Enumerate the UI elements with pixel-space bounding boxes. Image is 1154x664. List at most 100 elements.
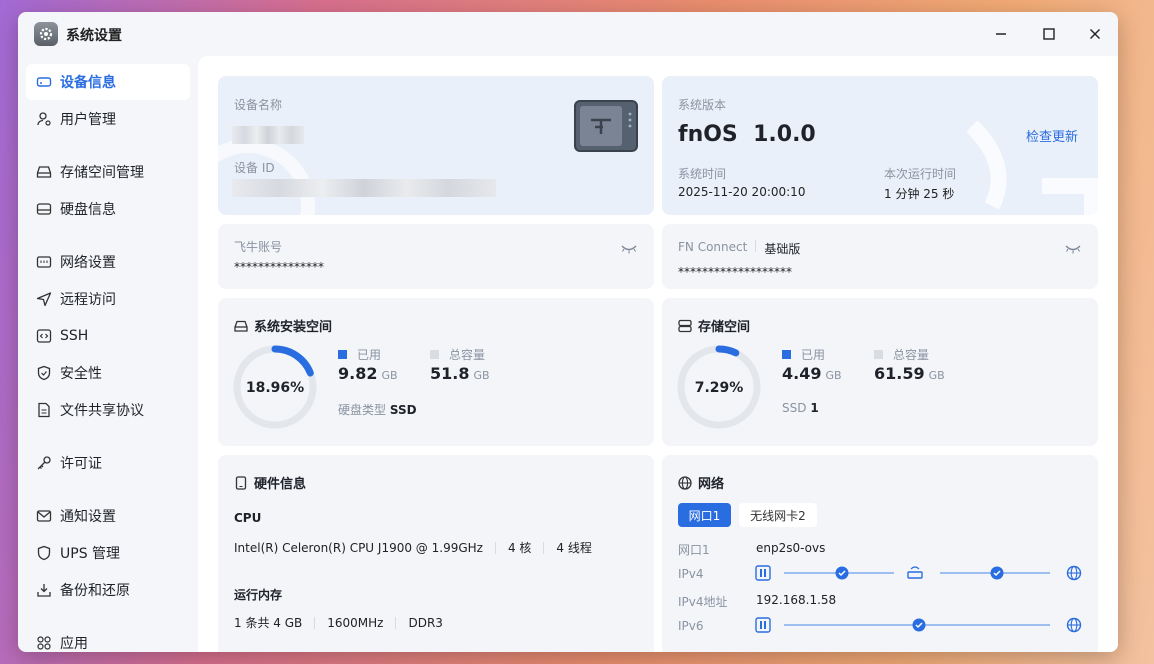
- cpu-label: CPU: [234, 511, 262, 525]
- total-legend: 总容量: [874, 346, 929, 363]
- account-value: ***************: [234, 260, 324, 274]
- sidebar-item-label: SSH: [60, 328, 89, 344]
- main-content: 设备名称 设备 ID 系统版本 fnOS 1.0.0 检查更新 系统时间 202…: [198, 56, 1118, 652]
- shield-icon: [36, 365, 52, 381]
- sidebar-item-network[interactable]: 网络设置: [26, 244, 190, 280]
- ram-label: 运行内存: [234, 588, 283, 602]
- total-value: 61.59 GB: [874, 364, 945, 383]
- sidebar-item-device-info[interactable]: 设备信息: [26, 64, 190, 100]
- fn-connect-label: FN Connect: [678, 240, 748, 254]
- cpu-row: Intel(R) Celeron(R) CPU J1900 @ 1.99GHz …: [234, 539, 592, 556]
- sidebar-item-ssh[interactable]: SSH: [26, 318, 190, 354]
- device-id-label: 设备 ID: [234, 161, 275, 175]
- sidebar-item-backup[interactable]: 备份和还原: [26, 572, 190, 608]
- used-number: 9.82: [338, 364, 378, 383]
- sidebar-item-file-sharing[interactable]: 文件共享协议: [26, 392, 190, 428]
- mail-icon: [36, 508, 52, 524]
- fn-connect-value: *******************: [678, 265, 792, 279]
- check-update-link[interactable]: 检查更新: [1026, 126, 1078, 145]
- total-unit: GB: [928, 369, 945, 382]
- fn-connect-label-row: FN Connect 基础版: [678, 240, 800, 257]
- used-unit: GB: [381, 369, 398, 382]
- used-value: 9.82 GB: [338, 364, 398, 383]
- cpu-model: Intel(R) Celeron(R) CPU J1900 @ 1.99GHz: [234, 540, 483, 555]
- sidebar-item-label: 通知设置: [60, 509, 116, 525]
- used-unit: GB: [825, 369, 842, 382]
- account-card: 飞牛账号 ***************: [218, 224, 654, 289]
- ram-row: 1 条共 4 GB 1600MHz DDR3: [234, 614, 443, 631]
- ram-speed: 1600MHz: [327, 615, 384, 630]
- sidebar-item-security[interactable]: 安全性: [26, 355, 190, 391]
- ssd-label: SSD: [782, 401, 807, 415]
- ssd-count-row: SSD 1: [782, 401, 819, 415]
- sidebar: 设备信息 用户管理 存储空间管理 硬盘信息 网络设置 远程访问 SSH 安全性: [18, 56, 198, 652]
- system-time-value: 2025-11-20 20:00:10: [678, 185, 806, 199]
- drive-icon: [234, 320, 248, 332]
- cpu-cores: 4 核: [507, 541, 532, 555]
- ipv4-addr-value: 192.168.1.58: [756, 593, 837, 607]
- version-label: 系统版本: [678, 98, 727, 112]
- device-card: 设备名称 设备 ID: [218, 76, 654, 215]
- ipv6-label: IPv6: [678, 619, 704, 633]
- ram-count: 1 条共 4 GB: [234, 616, 303, 630]
- divider: [314, 616, 316, 629]
- close-button[interactable]: [1081, 22, 1109, 46]
- sidebar-item-disk-info[interactable]: 硬盘信息: [26, 191, 190, 227]
- ipv4-topology: [755, 565, 1082, 581]
- storage-space-card: 存储空间 7.29% 已用 4.49 GB 总容量 61.59 GB SSD 1: [662, 298, 1098, 446]
- version-value: fnOS 1.0.0: [678, 122, 816, 147]
- send-icon: [36, 291, 52, 307]
- uptime-value: 1 分钟 25 秒: [884, 187, 955, 201]
- sidebar-item-label: 许可证: [60, 456, 102, 472]
- system-space-card: 系统安装空间 18.96% 已用 9.82 GB 总容量 51.8 GB 硬盘类型 …: [218, 298, 654, 446]
- sidebar-item-label: 设备信息: [60, 75, 116, 91]
- window-title: 系统设置: [66, 28, 122, 44]
- network-title-text: 网络: [698, 477, 725, 492]
- disk-icon: [36, 201, 52, 217]
- sidebar-item-storage[interactable]: 存储空间管理: [26, 154, 190, 190]
- sidebar-item-label: 备份和还原: [60, 583, 130, 599]
- sidebar-item-ups[interactable]: UPS 管理: [26, 535, 190, 571]
- sidebar-item-apps[interactable]: 应用: [26, 625, 190, 652]
- storage-title: 存储空间: [678, 316, 750, 335]
- ssd-count: 1: [810, 401, 819, 415]
- sidebar-item-label: UPS 管理: [60, 546, 121, 562]
- storage-title-text: 存储空间: [698, 320, 751, 335]
- system-time-label: 系统时间: [678, 167, 727, 181]
- total-number: 51.8: [430, 364, 470, 383]
- device-id-value-blurred: [232, 179, 496, 197]
- ipv6-topology: [755, 617, 1082, 633]
- divider: [395, 616, 397, 629]
- total-swatch: [430, 350, 439, 359]
- total-unit: GB: [473, 369, 490, 382]
- sidebar-item-remote-access[interactable]: 远程访问: [26, 281, 190, 317]
- uptime-label: 本次运行时间: [884, 167, 957, 181]
- used-legend: 已用: [782, 346, 825, 363]
- hardware-card: 硬件信息 CPU Intel(R) Celeron(R) CPU J1900 @…: [218, 455, 654, 652]
- eye-closed-icon[interactable]: [1064, 240, 1082, 259]
- tab-wireless-2[interactable]: 无线网卡2: [739, 503, 817, 527]
- used-swatch: [782, 350, 791, 359]
- hardware-title: 硬件信息: [234, 473, 306, 492]
- system-space-percent: 18.96%: [245, 380, 305, 396]
- disk-type-label: 硬盘类型: [338, 403, 387, 417]
- used-legend: 已用: [338, 346, 381, 363]
- system-space-title-text: 系统安装空间: [254, 320, 333, 335]
- storage-icon: [36, 164, 52, 180]
- divider: [755, 240, 757, 252]
- device-name-label: 设备名称: [234, 98, 283, 112]
- phone-chip-icon: [235, 475, 247, 490]
- maximize-button[interactable]: [1035, 22, 1063, 46]
- port-value: enp2s0-ovs: [756, 541, 826, 555]
- minimize-button[interactable]: [987, 22, 1015, 46]
- sidebar-item-users[interactable]: 用户管理: [26, 101, 190, 137]
- tab-port-1[interactable]: 网口1: [678, 503, 731, 527]
- sidebar-item-label: 硬盘信息: [60, 202, 116, 218]
- total-value: 51.8 GB: [430, 364, 490, 383]
- eye-closed-icon[interactable]: [620, 240, 638, 259]
- key-icon: [36, 455, 52, 471]
- sidebar-item-notifications[interactable]: 通知设置: [26, 498, 190, 534]
- sidebar-item-license[interactable]: 许可证: [26, 445, 190, 481]
- used-number: 4.49: [782, 364, 822, 383]
- apps-grid-icon: [36, 635, 52, 651]
